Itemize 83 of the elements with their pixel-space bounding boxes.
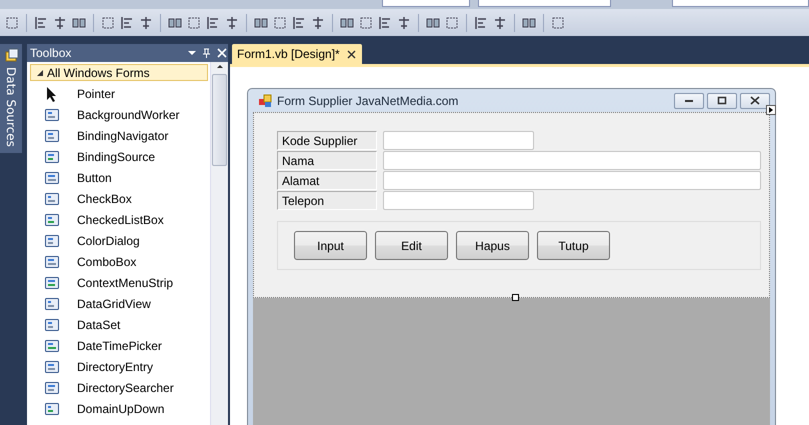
layout-icon xyxy=(119,14,135,30)
control-icon xyxy=(44,338,60,354)
layout-icon xyxy=(52,14,68,30)
close-icon xyxy=(346,48,357,60)
toolbox-item[interactable]: DataSet xyxy=(27,314,210,335)
toolbox-item[interactable]: DirectoryEntry xyxy=(27,356,210,377)
toolbox-item[interactable]: DirectorySearcher xyxy=(27,377,210,398)
toolbox-item[interactable]: BindingSource xyxy=(27,146,210,167)
control-icon xyxy=(44,254,60,270)
layout-icon xyxy=(224,14,240,30)
layout-icon xyxy=(4,14,20,30)
text-field[interactable] xyxy=(383,191,534,210)
group-header[interactable]: All Windows Forms xyxy=(30,64,208,81)
layout-icon xyxy=(492,14,508,30)
text-field[interactable] xyxy=(383,131,534,150)
toolbox-item[interactable]: BackgroundWorker xyxy=(27,104,210,125)
text-field[interactable] xyxy=(383,171,761,190)
pin-icon xyxy=(201,48,212,58)
control-icon xyxy=(44,232,60,248)
field-label: Nama xyxy=(277,151,377,170)
form-icon xyxy=(258,94,272,108)
control-icon xyxy=(44,106,60,122)
form-button[interactable]: Hapus xyxy=(456,231,529,260)
field-label: Telepon xyxy=(277,191,377,210)
layout-icon xyxy=(186,14,202,30)
layout-icon xyxy=(444,14,460,30)
smart-tag-icon xyxy=(766,105,776,115)
close-icon xyxy=(216,47,228,59)
window-control-button[interactable] xyxy=(707,92,737,108)
layout-icon xyxy=(33,14,49,30)
control-icon xyxy=(44,274,60,290)
toolbox-item[interactable]: CheckedListBox xyxy=(27,209,210,230)
control-icon xyxy=(44,170,60,186)
layout-icon xyxy=(291,14,307,30)
control-icon xyxy=(44,296,60,312)
layout-icon xyxy=(100,14,116,30)
toolbox-item[interactable]: DateTimePicker xyxy=(27,335,210,356)
layout-icon xyxy=(377,14,393,30)
toolbox-title: Toolbox xyxy=(30,46,72,60)
control-icon xyxy=(44,128,60,144)
resize-handle[interactable] xyxy=(512,294,519,301)
control-icon xyxy=(44,212,60,228)
field-label: Kode Supplier xyxy=(277,131,377,150)
toolbox-item[interactable]: ContextMenuStrip xyxy=(27,272,210,293)
layout-icon xyxy=(396,14,412,30)
scroll-thumb[interactable] xyxy=(212,74,227,166)
data-sources-tab[interactable]: Data Sources xyxy=(0,44,22,153)
toolbox-item[interactable]: CheckBox xyxy=(27,188,210,209)
control-icon xyxy=(44,190,60,206)
layout-icon xyxy=(205,14,221,30)
control-icon xyxy=(44,316,60,332)
close-icon xyxy=(748,94,762,107)
layout-icon xyxy=(310,14,326,30)
text-field[interactable] xyxy=(383,151,761,170)
scrollbar[interactable] xyxy=(210,62,228,425)
toolbox-item[interactable]: ColorDialog xyxy=(27,230,210,251)
toolbox-item[interactable]: Button xyxy=(27,167,210,188)
toolbox-item[interactable]: DomainUpDown xyxy=(27,398,210,419)
form-button[interactable]: Edit xyxy=(375,231,448,260)
window-control-button[interactable] xyxy=(740,92,770,108)
layout-icon xyxy=(138,14,154,30)
database-icon xyxy=(4,48,18,63)
form-title: Form Supplier JavaNetMedia.com xyxy=(277,94,460,108)
dropdown-icon xyxy=(187,48,197,58)
layout-icon xyxy=(272,14,288,30)
toolbox-item[interactable]: ComboBox xyxy=(27,251,210,272)
layout-icon xyxy=(550,14,566,30)
control-icon xyxy=(44,358,60,374)
toolbox-item[interactable]: BindingNavigator xyxy=(27,125,210,146)
form-button[interactable]: Tutup xyxy=(537,231,610,260)
collapse-icon xyxy=(36,68,44,76)
control-icon xyxy=(44,380,60,396)
form-button[interactable]: Input xyxy=(294,231,367,260)
toolbox-item[interactable]: DataGridView xyxy=(27,293,210,314)
control-icon xyxy=(44,148,60,164)
document-tab[interactable]: Form1.vb [Design]* xyxy=(232,44,362,64)
layout-icon xyxy=(358,14,374,30)
maximize-icon xyxy=(715,94,729,107)
layout-icon xyxy=(473,14,489,30)
field-label: Alamat xyxy=(277,171,377,190)
window-control-button[interactable] xyxy=(674,92,704,108)
toolbox-item[interactable]: Pointer xyxy=(27,83,210,104)
control-icon xyxy=(44,400,60,416)
